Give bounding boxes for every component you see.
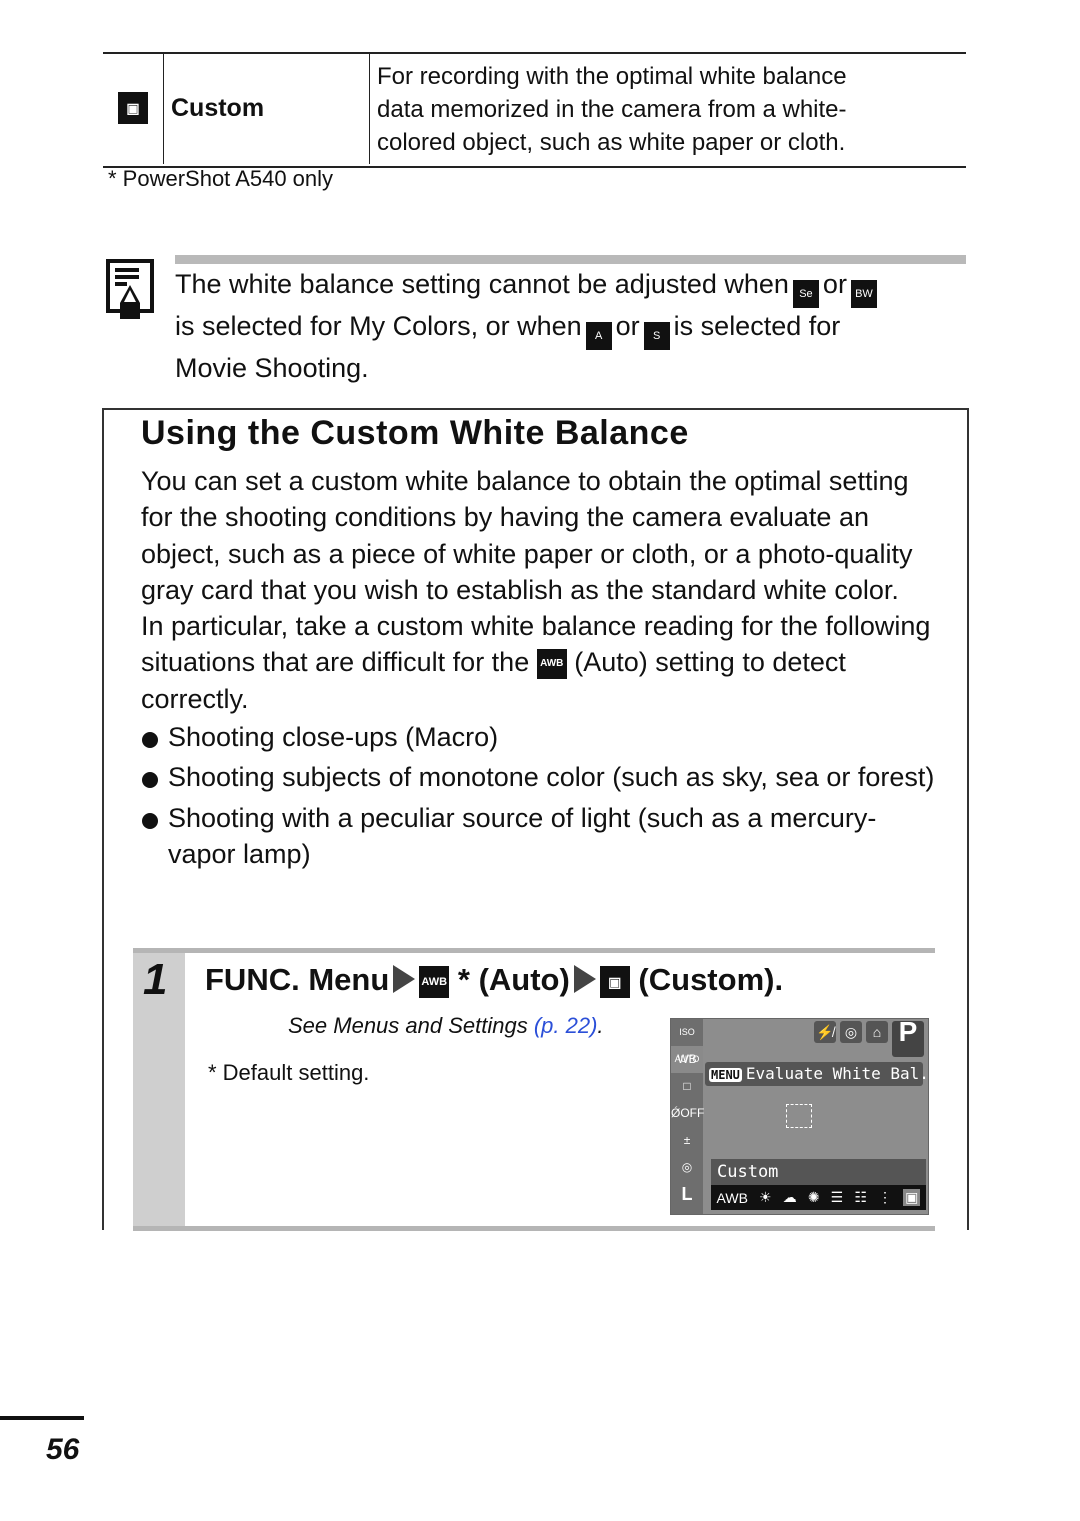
list-item: Shooting close-ups (Macro) bbox=[141, 719, 941, 755]
bw-icon: BW bbox=[850, 280, 877, 308]
note-divider bbox=[175, 255, 966, 264]
paragraph: In particular, take a custom white balan… bbox=[141, 608, 941, 717]
list-item: Shooting subjects of monotone color (suc… bbox=[141, 759, 941, 795]
movie-small-icon: S bbox=[643, 322, 670, 350]
description-line: For recording with the optimal white bal… bbox=[377, 63, 847, 90]
sepia-icon: Se bbox=[792, 280, 819, 308]
step-bottom-rule bbox=[133, 1226, 935, 1231]
wb-fluorescent-h-icon: ☷ bbox=[854, 1189, 867, 1205]
section-title: Using the Custom White Balance bbox=[141, 414, 689, 452]
metering-icon: ◎ bbox=[681, 1160, 693, 1174]
note-line: Movie Shooting. bbox=[175, 353, 369, 383]
note-text: The white balance setting cannot be adju… bbox=[175, 266, 975, 386]
description-line: data memorized in the camera from a whit… bbox=[377, 96, 847, 123]
awb-icon: AWB bbox=[536, 649, 567, 680]
menu-hint-text: Evaluate White Bal. bbox=[745, 1064, 929, 1083]
step-title-text: FUNC. Menu bbox=[205, 962, 390, 997]
page-link[interactable]: (p. 22) bbox=[534, 1013, 598, 1038]
custom-wb-icon: ▣ bbox=[118, 92, 148, 124]
see-ref-end: . bbox=[597, 1013, 604, 1038]
see-reference: See Menus and Settings (p. 22). bbox=[288, 1013, 604, 1039]
page-number-rule bbox=[0, 1416, 84, 1420]
note-line: The white balance setting cannot be adju… bbox=[175, 269, 789, 299]
wb-daylight-icon: ☀ bbox=[759, 1189, 772, 1205]
arrow-right-icon bbox=[393, 965, 416, 993]
wb-tungsten-icon: ✺ bbox=[807, 1189, 820, 1205]
list-item: Shooting with a peculiar source of light… bbox=[141, 800, 941, 873]
awb-icon: AWB bbox=[419, 965, 450, 998]
default-note: * Default setting. bbox=[208, 1060, 370, 1085]
flash-off-icon: ⚡̸ bbox=[814, 1021, 836, 1043]
step-title: FUNC. Menu AWB * (Auto) ▣ (Custom). bbox=[205, 962, 783, 998]
table-description-cell: For recording with the optimal white bal… bbox=[377, 60, 957, 159]
program-mode-icon: P bbox=[892, 1018, 924, 1057]
white-balance-table: ▣ Custom For recording with the optimal … bbox=[103, 52, 966, 168]
my-colors-icon: ǾOFF bbox=[671, 1106, 705, 1120]
description-line: colored object, such as white paper or c… bbox=[377, 129, 846, 156]
or-text: or bbox=[615, 311, 640, 341]
custom-wb-icon: ▣ bbox=[599, 965, 630, 998]
camera-lcd-screenshot: ISO AUTO WB □ ǾOFF ± ◎ L ⚡̸ ◎ ⌂ P MENUEv… bbox=[670, 1018, 929, 1215]
selected-wb-label: Custom bbox=[711, 1159, 926, 1185]
see-ref-text: See Menus and Settings bbox=[288, 1013, 534, 1038]
drive-icon: □ bbox=[683, 1079, 691, 1093]
red-eye-icon: ◎ bbox=[840, 1021, 862, 1043]
step-number: 1 bbox=[143, 955, 168, 1004]
wb-options-strip: AWB ☀ ☁ ✺ ☰ ☷ ⋮ ▣ bbox=[711, 1185, 926, 1210]
table-icon-cell: ▣ bbox=[103, 54, 164, 164]
arrow-right-icon bbox=[573, 965, 596, 993]
note-line: is selected for bbox=[673, 311, 841, 341]
table-name-cell: Custom bbox=[163, 54, 370, 164]
step-divider bbox=[133, 948, 935, 953]
wb-fluorescent-icon: ☰ bbox=[830, 1189, 844, 1205]
movie-standard-icon: A bbox=[585, 322, 612, 350]
camera-side-menu: ISO AUTO WB □ ǾOFF ± ◎ L bbox=[671, 1019, 705, 1214]
paragraph: You can set a custom white balance to ob… bbox=[141, 466, 913, 605]
note-line: is selected for My Colors, or when bbox=[175, 311, 582, 341]
resolution-icon: L bbox=[681, 1184, 693, 1204]
wb-underwater-icon: ⋮ bbox=[878, 1189, 892, 1205]
camera-top-icons: ⚡̸ ◎ ⌂ P bbox=[814, 1018, 924, 1057]
iso-icon: ISO AUTO bbox=[675, 1027, 700, 1064]
step-title-text: (Custom). bbox=[638, 962, 784, 997]
page-number: 56 bbox=[46, 1433, 80, 1466]
exposure-icon: ± bbox=[683, 1133, 691, 1147]
or-text: or bbox=[822, 269, 847, 299]
wb-cloudy-icon: ☁ bbox=[782, 1189, 797, 1205]
focus-frame bbox=[786, 1104, 812, 1128]
memo-pencil-icon bbox=[106, 259, 154, 319]
menu-key: MENU bbox=[709, 1068, 742, 1082]
table-footnote: * PowerShot A540 only bbox=[108, 166, 334, 191]
camera-menu-hint: MENU Evaluate White Bal. bbox=[705, 1062, 929, 1086]
mode-name: Custom bbox=[171, 94, 265, 122]
step-title-text: * (Auto) bbox=[457, 962, 570, 997]
self-timer-icon: ⌂ bbox=[866, 1021, 888, 1043]
wb-auto-icon: AWB bbox=[716, 1189, 748, 1206]
wb-custom-icon: ▣ bbox=[903, 1189, 921, 1206]
section-body: You can set a custom white balance to ob… bbox=[141, 463, 941, 872]
